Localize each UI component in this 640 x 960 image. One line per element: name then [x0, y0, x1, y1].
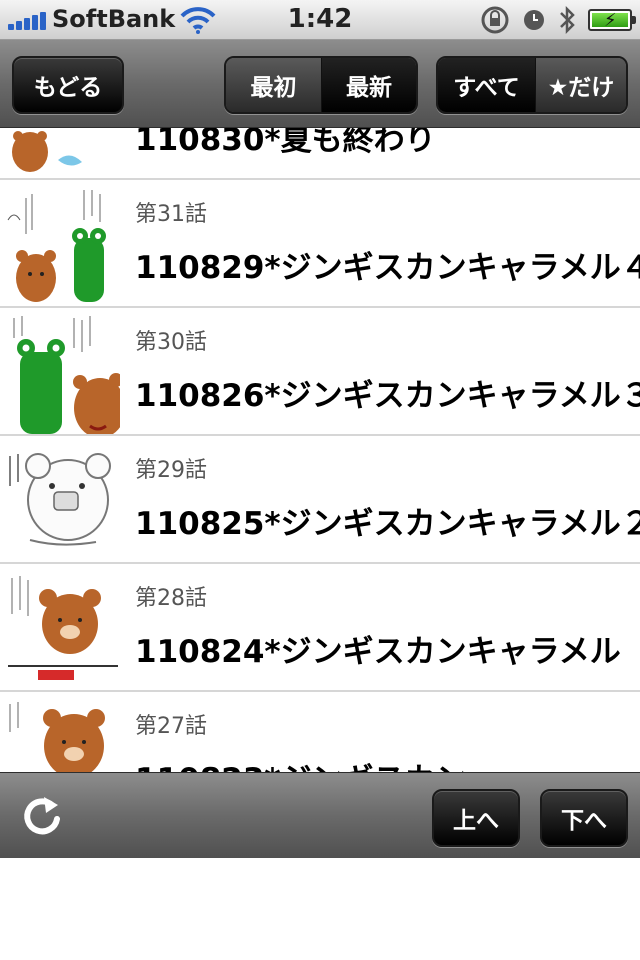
episode-title: 110824*ジンギスカンキャラメル: [135, 634, 621, 670]
episode-thumbnail: だー…: [0, 128, 120, 178]
first-latest-segmented-control: 最初 最新: [224, 56, 418, 114]
battery-icon: ⚡: [588, 9, 636, 31]
episode-title: 110826*ジンギスカンキャラメル３: [135, 378, 640, 414]
episode-title: 110829*ジンギスカンキャラメル４: [135, 250, 640, 286]
all-filter-button[interactable]: すべて: [438, 58, 535, 112]
list-item[interactable]: 第29話 110825*ジンギスカンキャラメル２: [0, 436, 640, 564]
episode-title: 110830*夏も終わり: [135, 128, 436, 158]
episode-number: 第28話: [135, 586, 207, 611]
episode-list[interactable]: だー… 110830*夏も終わり: [0, 128, 640, 772]
first-button[interactable]: 最初: [226, 58, 321, 112]
scroll-down-button[interactable]: 下へ: [540, 789, 628, 847]
list-item[interactable]: 第28話 110824*ジンギスカンキャラメル: [0, 564, 640, 692]
list-item[interactable]: 第30話 110826*ジンギスカンキャラメル３: [0, 308, 640, 436]
episode-number: 第29話: [135, 458, 207, 483]
episode-number: 第30話: [135, 330, 207, 355]
episode-thumbnail: [0, 436, 120, 562]
episode-thumbnail: [0, 180, 120, 306]
episode-thumbnail: [0, 564, 120, 690]
alarm-clock-icon: [524, 10, 544, 30]
bluetooth-icon: [560, 5, 575, 35]
episode-title: 110823*ジンギスカン: [135, 754, 467, 772]
list-item[interactable]: 第27話 110823*ジンギスカン: [0, 692, 640, 772]
latest-button[interactable]: 最新: [321, 58, 416, 112]
filter-segmented-control: すべて ★だけ: [436, 56, 628, 114]
episode-number: 第27話: [135, 714, 207, 739]
status-bar: SoftBank 1:42 ⚡: [0, 0, 640, 40]
bottom-toolbar: 上へ 下へ: [0, 772, 640, 858]
episode-number: 第31話: [135, 202, 207, 227]
list-item[interactable]: 第31話 110829*ジンギスカンキャラメル４: [0, 180, 640, 308]
back-button[interactable]: もどる: [12, 56, 124, 114]
orientation-lock-icon: [481, 6, 509, 34]
list-item[interactable]: だー… 110830*夏も終わり: [0, 128, 640, 180]
top-toolbar: もどる 最初 最新 すべて ★だけ: [0, 40, 640, 128]
refresh-icon[interactable]: [20, 793, 64, 839]
starred-filter-button[interactable]: ★だけ: [534, 58, 626, 112]
episode-thumbnail: [0, 692, 120, 772]
episode-title: 110825*ジンギスカンキャラメル２: [135, 506, 640, 542]
scroll-up-button[interactable]: 上へ: [432, 789, 520, 847]
episode-thumbnail: [0, 308, 120, 434]
